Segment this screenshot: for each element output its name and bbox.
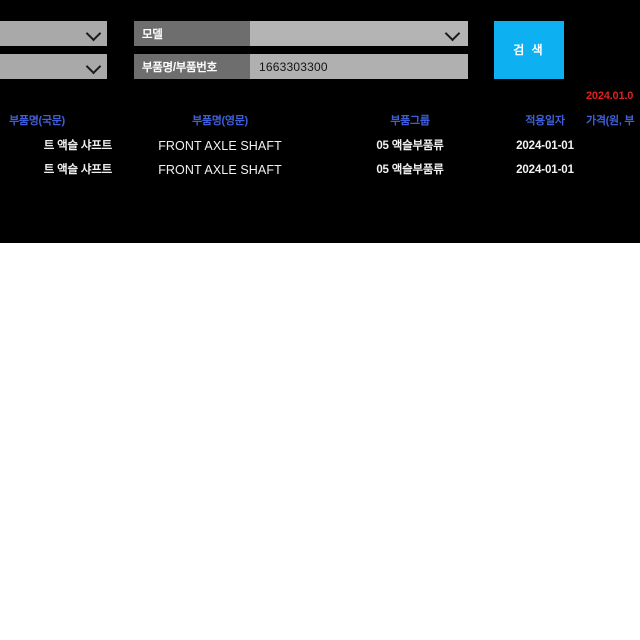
left-filter-column	[0, 21, 107, 79]
part-number-input[interactable]: 1663303300	[250, 54, 468, 79]
price-effective-date-note: 2024.01.0	[586, 90, 634, 102]
page-blank-area	[0, 243, 640, 640]
chevron-down-icon	[444, 25, 461, 41]
chevron-down-icon	[85, 25, 102, 41]
search-form: 모델 부품명/부품번호 1663303300 검 색	[0, 0, 640, 100]
model-field-row: 모델	[134, 21, 468, 46]
search-button[interactable]: 검 색	[494, 21, 564, 79]
part-field-row: 부품명/부품번호 1663303300	[134, 54, 468, 79]
cell-part-name-eng: FRONT AXLE SHAFT	[158, 139, 282, 153]
cell-part-name-kor: 트 액슬 샤프트	[43, 140, 112, 152]
cell-part-name-kor: 트 액슬 샤프트	[43, 164, 112, 176]
cell-part-group: 05 액슬부품류	[376, 140, 444, 152]
filter-select-1[interactable]	[0, 21, 107, 46]
part-number-input-value: 1663303300	[259, 59, 328, 74]
filter-select-2[interactable]	[0, 54, 107, 79]
column-header-price: 가격(원, 부	[586, 115, 635, 127]
results-table: 2024.01.0 부품명(국문) 부품명(영문) 부품그룹 적용일자 가격(원…	[0, 90, 640, 182]
model-select[interactable]	[250, 21, 468, 46]
column-header-part-group: 부품그룹	[390, 115, 430, 127]
cell-apply-date: 2024-01-01	[516, 140, 574, 152]
table-row[interactable]: 트 액슬 샤프트 FRONT AXLE SHAFT 05 액슬부품류 2024-…	[0, 158, 640, 182]
chevron-down-icon	[85, 58, 102, 74]
screen: 모델 부품명/부품번호 1663303300 검 색 2024.01.0 부품명…	[0, 0, 640, 640]
cell-apply-date: 2024-01-01	[516, 164, 574, 176]
cell-part-group: 05 액슬부품류	[376, 164, 444, 176]
column-header-apply-date: 적용일자	[525, 115, 565, 127]
table-row[interactable]: 트 액슬 샤프트 FRONT AXLE SHAFT 05 액슬부품류 2024-…	[0, 134, 640, 158]
cell-part-name-eng: FRONT AXLE SHAFT	[158, 163, 282, 177]
middle-filter-column: 모델 부품명/부품번호 1663303300	[134, 21, 468, 79]
cell-price	[586, 158, 640, 182]
column-header-part-name-kor: 부품명(국문)	[9, 115, 65, 127]
application-panel: 모델 부품명/부품번호 1663303300 검 색 2024.01.0 부품명…	[0, 0, 640, 243]
part-field-label: 부품명/부품번호	[134, 54, 250, 79]
model-field-label: 모델	[134, 21, 250, 46]
cell-price	[586, 134, 640, 158]
table-header-row: 2024.01.0 부품명(국문) 부품명(영문) 부품그룹 적용일자 가격(원…	[0, 90, 640, 134]
column-header-part-name-eng: 부품명(영문)	[192, 115, 248, 127]
